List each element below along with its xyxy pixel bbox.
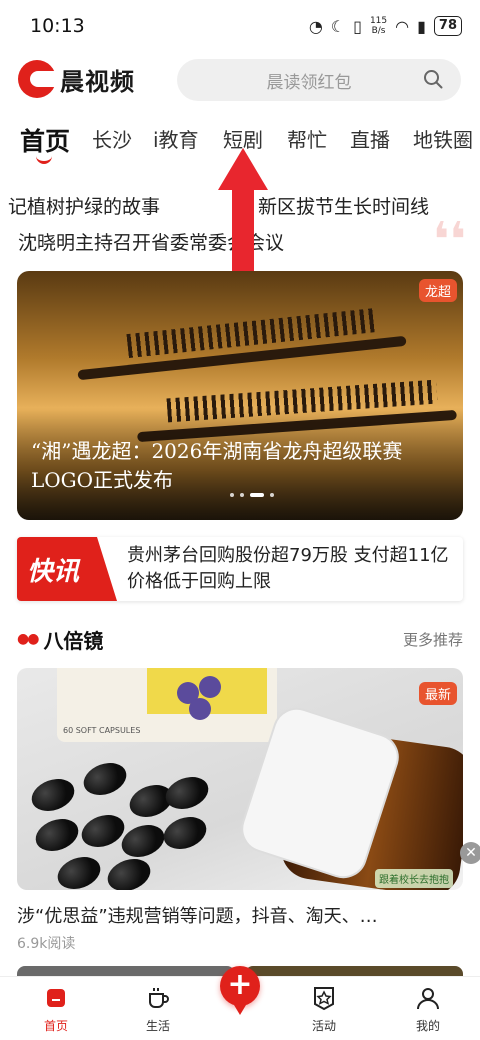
ticker-headline-2[interactable]: 新区拔节生长时间线 (258, 192, 429, 219)
publish-plus-button[interactable]: + (220, 966, 260, 1015)
flash-news-badge: 快讯 (17, 537, 117, 601)
star-badge-icon (314, 987, 334, 1011)
carousel-dot[interactable] (240, 493, 244, 497)
article-title[interactable]: 涉“优思益”违规营销等问题，抖音、淘天、… (17, 902, 463, 928)
tab-help[interactable]: 帮忙 (287, 124, 327, 153)
flash-news-text[interactable]: 贵州茅台回购股份超79万股 支付超11亿 价格低于回购上限 (127, 543, 453, 595)
person-icon (417, 988, 439, 1010)
nav-me[interactable]: 我的 (388, 985, 468, 1034)
tab-metro[interactable]: 地铁圈 (413, 124, 473, 153)
hero-title[interactable]: “湘”遇龙超：2026年湖南省龙舟超级联赛LOGO正式发布 (31, 437, 455, 495)
nav-home[interactable]: 首页 (16, 985, 96, 1034)
article-tag: 最新 (418, 682, 457, 705)
app-logo[interactable]: 晨视频 (18, 60, 135, 98)
nav-life-label: 生活 (145, 1019, 170, 1033)
tab-education[interactable]: i教育 (153, 124, 199, 153)
capsule-graphic (103, 853, 155, 890)
app-header: 晨视频 晨读领红包 (0, 58, 480, 102)
capsule-graphic (53, 851, 105, 890)
home-icon (47, 989, 65, 1007)
carousel-dot[interactable] (230, 493, 234, 497)
logo-mark-icon (18, 60, 56, 98)
search-icon[interactable] (423, 69, 443, 89)
coffee-icon (149, 988, 169, 1008)
nav-life[interactable]: 生活 (118, 985, 198, 1034)
nav-activity[interactable]: 活动 (284, 985, 364, 1034)
moon-icon: ☾ (330, 16, 346, 36)
status-bar: 10:13 ◔ ☾ ▯ 115 B/s ◠ ▮ 78 (0, 0, 480, 52)
hero-tag: 龙超 (418, 279, 457, 302)
hd-call-icon: ◔ (308, 16, 323, 36)
tab-home[interactable]: 首页 (20, 122, 70, 158)
ticker-headline-1[interactable]: 记植树护绿的故事 (8, 192, 160, 219)
search-placeholder: 晨读领红包 (266, 72, 352, 93)
app-name: 晨视频 (60, 67, 135, 96)
capsule-graphic (117, 819, 169, 863)
wifi-icon: ◠ (395, 16, 410, 36)
nav-home-label: 首页 (43, 1019, 68, 1033)
article-image[interactable]: 60 SOFT CAPSULES 最新 跟着校长去抱抱 (17, 668, 463, 890)
net-speed-unit: B/s (371, 26, 386, 36)
capsule-graphic (161, 771, 213, 815)
article-watermark: 跟着校长去抱抱 (375, 869, 453, 888)
tab-changsha[interactable]: 长沙 (92, 124, 132, 153)
net-speed-value: 115 (369, 16, 388, 26)
status-time: 10:13 (30, 15, 85, 37)
article-read-count: 6.9k阅读 (17, 936, 76, 952)
carousel-dot[interactable] (270, 493, 274, 497)
nav-me-label: 我的 (415, 1019, 440, 1033)
nav-activity-label: 活动 (311, 1019, 336, 1033)
section-mark-icon: ●● (17, 631, 39, 647)
grape-graphic (189, 698, 211, 720)
battery-indicator: 78 (433, 16, 462, 36)
capsule-graphic (79, 757, 131, 801)
product-box-text: 60 SOFT CAPSULES (63, 726, 141, 735)
section-title: 八倍镜 (43, 628, 104, 653)
hero-banner[interactable]: 龙超 “湘”遇龙超：2026年湖南省龙舟超级联赛LOGO正式发布 (17, 271, 463, 520)
section-header: ●● 八倍镜 更多推荐 (17, 624, 463, 654)
capsule-graphic (31, 813, 83, 857)
flash-news-badge-label: 快讯 (27, 556, 80, 587)
tab-live[interactable]: 直播 (350, 124, 390, 153)
carousel-dots (230, 493, 274, 497)
more-recommendations-link[interactable]: 更多推荐 (403, 629, 463, 650)
quote-decoration-icon: ❛❛ (432, 212, 466, 268)
capsule-graphic (27, 773, 79, 817)
vibrate-icon: ▯ (353, 16, 362, 36)
search-box[interactable]: 晨读领红包 (177, 59, 461, 101)
capsule-graphic (159, 811, 211, 855)
grape-graphic (199, 676, 221, 698)
signal-icon: ▮ (417, 16, 426, 36)
net-speed: 115 B/s (370, 16, 387, 36)
flash-news-card[interactable]: 快讯 贵州茅台回购股份超79万股 支付超11亿 价格低于回购上限 (17, 537, 463, 601)
carousel-dot-active[interactable] (250, 493, 264, 497)
close-icon[interactable]: ✕ (460, 842, 480, 864)
active-tab-indicator (36, 156, 52, 164)
status-icons: ◔ ☾ ▯ 115 B/s ◠ ▮ 78 (309, 16, 462, 36)
red-arrow-overlay (218, 148, 268, 274)
